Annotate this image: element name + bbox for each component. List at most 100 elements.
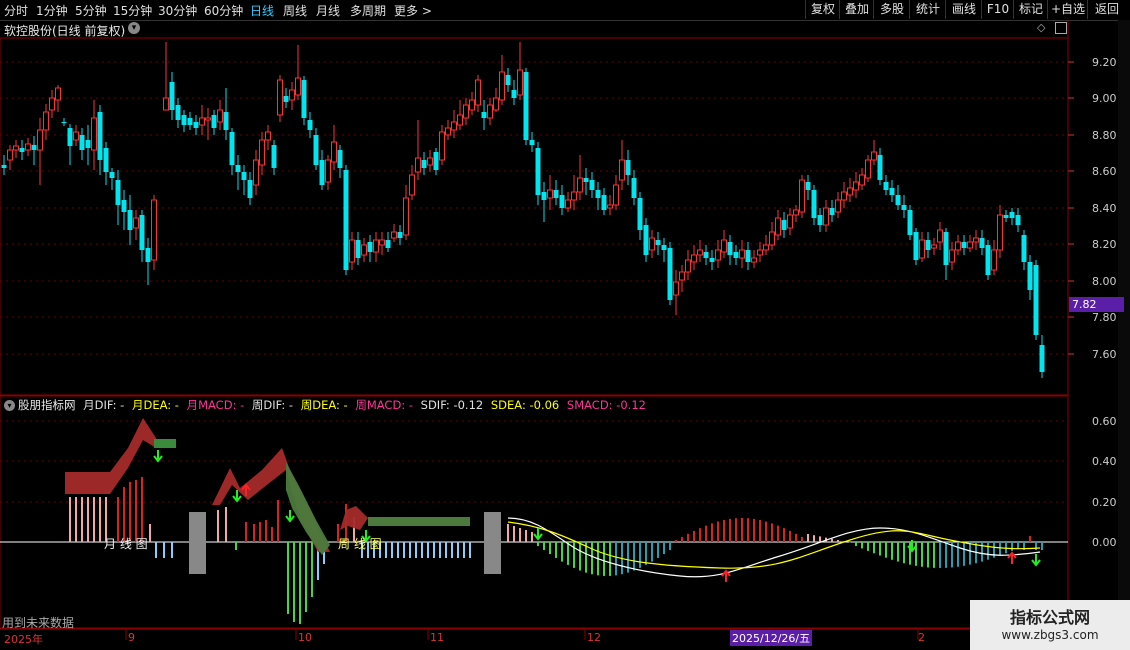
candle-body (649, 237, 655, 251)
candle-body (907, 210, 913, 235)
candle-body (925, 240, 931, 250)
candle-body (919, 239, 925, 259)
candle-body (865, 159, 871, 179)
candle-body (163, 97, 169, 111)
sell-arrow-icon (285, 510, 295, 523)
candle-body (115, 180, 121, 205)
sdea-line (507, 521, 1041, 569)
candle-body (433, 152, 439, 170)
candle-body (511, 90, 517, 98)
candle-body (781, 220, 787, 230)
candle-body (7, 149, 13, 161)
candle-body (319, 160, 325, 185)
candle-body (769, 231, 775, 246)
candle-body (997, 214, 1003, 251)
candle-body (439, 131, 445, 161)
candle-body (481, 112, 487, 118)
watermark-url: www.zbgs3.com (1001, 628, 1099, 642)
candle-body (595, 190, 601, 198)
candle-body (505, 75, 511, 85)
price-tick: 8.00 (1092, 275, 1117, 288)
candle-body (103, 148, 109, 172)
candle-body (661, 245, 667, 250)
candle-body (175, 105, 181, 120)
candle-body (169, 82, 175, 110)
candle-body (655, 240, 661, 245)
price-tick: 8.80 (1092, 129, 1117, 142)
indicator-tick: 0.20 (1092, 496, 1117, 509)
candle-body (217, 109, 223, 123)
candle-body (913, 232, 919, 260)
price-tick: 7.80 (1092, 311, 1117, 324)
candle-body (685, 259, 691, 273)
candle-body (697, 249, 703, 256)
candle-body (43, 111, 49, 131)
candle-body (127, 210, 133, 230)
candle-body (427, 157, 433, 166)
candle-body (733, 252, 739, 258)
candle-body (31, 145, 37, 150)
candle-body (403, 197, 409, 236)
candle-body (253, 159, 259, 186)
candle-body (715, 249, 721, 261)
candle-body (67, 128, 73, 146)
candle-body (271, 145, 277, 168)
candle-body (133, 217, 139, 229)
candle-body (1027, 262, 1033, 290)
watermark-title: 指标公式网 (1009, 608, 1090, 627)
candle-body (985, 245, 991, 275)
candle-body (13, 145, 19, 151)
candle-body (619, 159, 625, 181)
candle-body (139, 215, 145, 250)
candle-body (409, 174, 415, 196)
time-label: 2025年 (4, 633, 43, 646)
candle-body (745, 250, 751, 262)
candle-body (463, 104, 469, 119)
candle-body (931, 244, 937, 249)
time-label: 10 (298, 631, 312, 644)
candle-body (841, 191, 847, 201)
candle-body (601, 195, 607, 210)
candle-body (739, 249, 745, 259)
candle-body (205, 117, 211, 121)
candle-body (325, 159, 331, 183)
candle-body (307, 120, 313, 130)
candle-body (541, 192, 547, 200)
right-edge-strip (1118, 20, 1130, 630)
candle-body (337, 150, 343, 168)
month-dea-ribbon (154, 439, 176, 448)
sell-arrow-icon (533, 528, 543, 541)
kline-chart[interactable] (0, 0, 1130, 650)
candle-body (379, 239, 385, 246)
price-tick: 8.20 (1092, 238, 1117, 251)
candle-body (787, 214, 793, 229)
last-price-tag: 7.82 (1069, 297, 1124, 312)
candle-body (793, 209, 799, 216)
candle-body (451, 121, 457, 131)
candle-body (523, 72, 529, 140)
candle-body (247, 180, 253, 198)
candle-body (775, 217, 781, 236)
candle-body (967, 241, 973, 249)
candle-body (859, 174, 865, 186)
candle-body (259, 139, 265, 166)
candle-body (709, 258, 715, 262)
indicator-tick: 0.00 (1092, 536, 1117, 549)
candle-body (457, 114, 463, 126)
price-tick: 8.40 (1092, 202, 1117, 215)
candle-body (883, 182, 889, 190)
gap-block (189, 512, 206, 574)
candle-body (265, 131, 271, 141)
candle-body (145, 248, 151, 262)
future-data-note: 用到未来数据 (2, 616, 75, 630)
candle-body (853, 181, 859, 191)
candle-body (361, 244, 367, 256)
candle-body (277, 79, 283, 116)
candle-body (55, 87, 61, 101)
candle-body (835, 199, 841, 213)
candle-body (421, 160, 427, 168)
candle-body (241, 172, 247, 180)
candle-body (223, 112, 229, 130)
candle-body (49, 97, 55, 111)
candle-body (1021, 235, 1027, 262)
